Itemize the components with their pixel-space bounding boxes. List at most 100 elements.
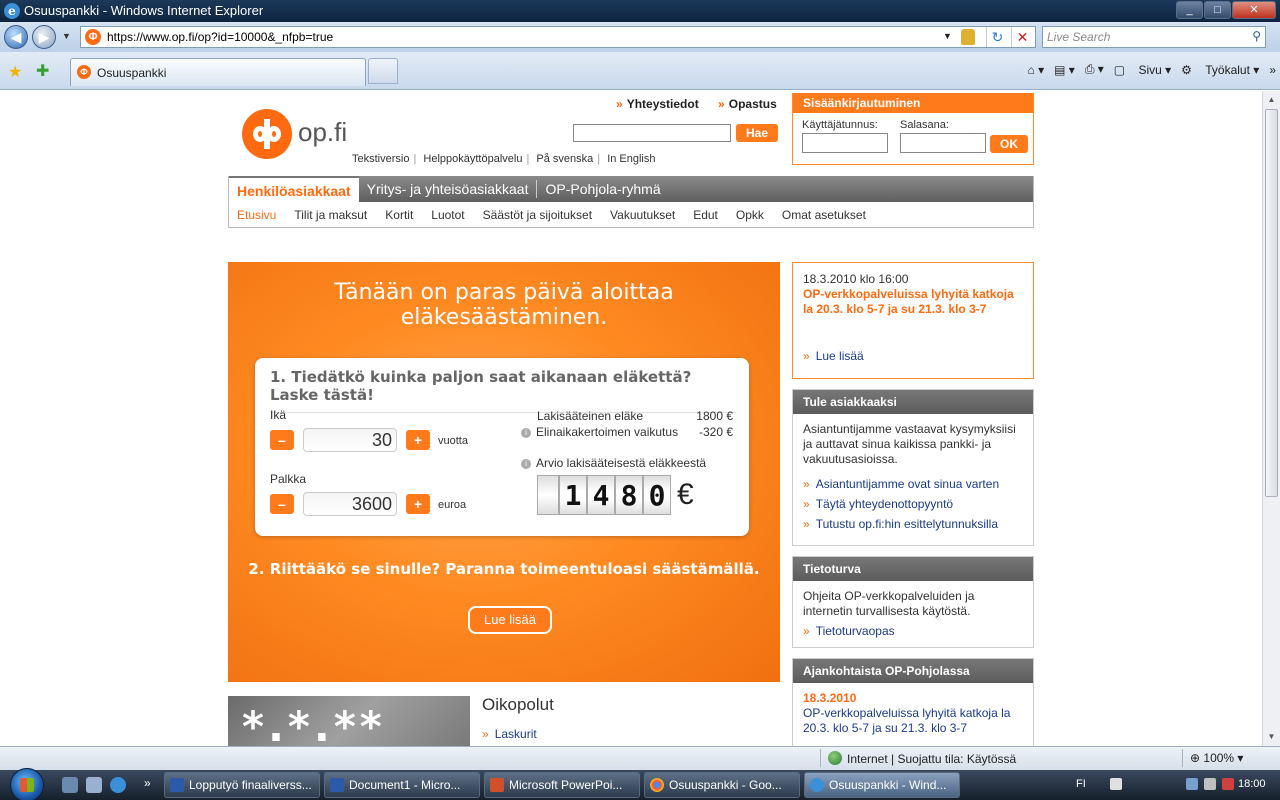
- network-icon[interactable]: [1186, 778, 1198, 790]
- info-icon[interactable]: i: [521, 428, 531, 438]
- zoom-control[interactable]: ⊕ 100% ▾: [1190, 751, 1243, 765]
- swedish-link[interactable]: På svenska: [536, 153, 593, 165]
- taskbar-chrome[interactable]: Osuuspankki - Goo...: [644, 772, 800, 798]
- login-ok-button[interactable]: OK: [990, 135, 1028, 153]
- page-menu[interactable]: ▢ Sivu ▾: [1114, 63, 1171, 77]
- search-icon[interactable]: ⚲: [1252, 29, 1261, 43]
- shortcuts-image[interactable]: *.*.**: [228, 696, 470, 746]
- quicklaunch-more-icon[interactable]: »: [144, 776, 151, 790]
- password-input[interactable]: [900, 133, 986, 153]
- read-more-button[interactable]: Lue lisää: [468, 606, 552, 634]
- nav-item-vakuutukset[interactable]: Vakuutukset: [610, 208, 675, 228]
- system-tray: FI 18:00: [1070, 770, 1280, 800]
- contact-link[interactable]: » Yhteystiedot: [616, 97, 707, 111]
- volume-icon[interactable]: [1204, 778, 1216, 790]
- english-link[interactable]: In English: [607, 153, 655, 165]
- print-icon[interactable]: ⎙ ▾: [1085, 62, 1104, 77]
- info-icon[interactable]: i: [521, 459, 531, 469]
- nav-item-kortit[interactable]: Kortit: [385, 208, 413, 228]
- scroll-thumb[interactable]: [1265, 109, 1278, 497]
- tab-osuuspankki[interactable]: Φ Osuuspankki: [70, 58, 366, 86]
- nav-item-opkk[interactable]: Opkk: [736, 208, 764, 228]
- minimize-button[interactable]: _: [1176, 1, 1203, 19]
- current-news-link[interactable]: OP-verkkopalveluissa lyhyitä katkoja la …: [803, 706, 1023, 736]
- close-button[interactable]: ✕: [1232, 1, 1276, 19]
- scroll-down-icon[interactable]: ▼: [1264, 729, 1279, 745]
- nav-item-settings[interactable]: Omat asetukset: [782, 208, 866, 228]
- calculators-link[interactable]: » Laskurit: [482, 727, 537, 741]
- language-indicator[interactable]: FI: [1076, 778, 1086, 790]
- experts-link[interactable]: » Asiantuntijamme ovat sinua varten: [803, 477, 1023, 492]
- salary-increase-button[interactable]: +: [406, 494, 430, 514]
- life-factor-value: -320 €: [698, 425, 733, 439]
- tab-business-customers[interactable]: Yritys- ja yhteisöasiakkaat: [359, 176, 537, 202]
- feeds-icon[interactable]: ▤ ▾: [1054, 63, 1075, 77]
- new-tab-button[interactable]: [368, 58, 398, 84]
- text-version-link[interactable]: Tekstiversio: [352, 153, 409, 165]
- security-zone[interactable]: Internet | Suojattu tila: Käytössä: [828, 751, 1016, 766]
- command-bar: ⌂ ▾ ▤ ▾ ⎙ ▾ ▢ Sivu ▾ ⚙ Työkalut ▾ »: [1018, 62, 1277, 77]
- tray-chevron-icon[interactable]: [1110, 778, 1122, 790]
- news-read-more-link[interactable]: » Lue lisää: [803, 349, 864, 364]
- nav-item-edut[interactable]: Edut: [693, 208, 718, 228]
- tab-private-customers[interactable]: Henkilöasiakkaat: [229, 176, 359, 202]
- ie-quicklaunch-icon[interactable]: [110, 777, 126, 793]
- lock-icon[interactable]: [961, 29, 975, 45]
- counter-digit: 1: [559, 475, 587, 515]
- security-guide-link[interactable]: » Tietoturvaopas: [803, 624, 1023, 639]
- counter-digit: 0: [643, 475, 671, 515]
- accessible-service-link[interactable]: Helppokäyttöpalvelu: [423, 153, 522, 165]
- nav-item-tilit[interactable]: Tilit ja maksut: [294, 208, 367, 228]
- add-favorite-icon[interactable]: ✚: [36, 61, 49, 81]
- taskbar-word-document1[interactable]: Document1 - Micro...: [324, 772, 480, 798]
- stop-icon[interactable]: ✕: [1011, 27, 1033, 47]
- tools-menu[interactable]: ⚙ Työkalut ▾: [1181, 63, 1259, 77]
- url-field[interactable]: Φ https://www.op.fi/op?id=10000&_nfpb=tr…: [80, 26, 1036, 48]
- age-increase-button[interactable]: +: [406, 430, 430, 450]
- username-input[interactable]: [802, 133, 888, 153]
- chevron-right-icon[interactable]: »: [1269, 63, 1276, 77]
- vertical-scrollbar[interactable]: ▲ ▼: [1262, 91, 1280, 746]
- tab-op-pohjola-group[interactable]: OP-Pohjola-ryhmä: [537, 176, 668, 202]
- back-button[interactable]: ◀: [4, 25, 28, 49]
- site-search-input[interactable]: [573, 124, 731, 142]
- history-dropdown-icon[interactable]: ▼: [62, 31, 71, 41]
- home-icon[interactable]: ⌂ ▾: [1028, 63, 1045, 77]
- estimate-label: Arvio lakisääteisestä eläkkeestä: [536, 456, 707, 470]
- demo-credentials-link[interactable]: » Tutustu op.fi:hin esittelytunnuksilla: [803, 517, 1023, 532]
- nav-item-luotot[interactable]: Luotot: [431, 208, 464, 228]
- url-dropdown-icon[interactable]: ▼: [943, 31, 952, 41]
- refresh-icon[interactable]: ↻: [986, 27, 1008, 47]
- counter-blank: [537, 475, 559, 515]
- salary-decrease-button[interactable]: –: [270, 494, 294, 514]
- tray-alert-icon[interactable]: [1222, 778, 1234, 790]
- taskbar-word-thesis[interactable]: Lopputyö finaaliverss...: [164, 772, 320, 798]
- contact-request-link[interactable]: » Täytä yhteydenottopyyntö: [803, 497, 1023, 512]
- scroll-up-icon[interactable]: ▲: [1264, 92, 1279, 108]
- url-text[interactable]: https://www.op.fi/op?id=10000&_nfpb=true: [107, 30, 333, 44]
- start-button[interactable]: [10, 768, 44, 800]
- taskbar-powerpoint[interactable]: Microsoft PowerPoi...: [484, 772, 640, 798]
- show-desktop-icon[interactable]: [62, 777, 78, 793]
- main-navigation: Henkilöasiakkaat Yritys- ja yhteisöasiak…: [228, 176, 1034, 228]
- news-headline[interactable]: OP-verkkopalveluissa lyhyitä katkoja la …: [803, 287, 1023, 317]
- live-search-input[interactable]: Live Search ⚲: [1042, 26, 1266, 48]
- favorites-star-icon[interactable]: ★: [8, 62, 22, 82]
- security-box: Tietoturva Ohjeita OP-verkkopalveluiden …: [792, 556, 1034, 648]
- search-button[interactable]: Hae: [736, 124, 778, 142]
- help-link[interactable]: » Opastus: [718, 97, 785, 111]
- clock[interactable]: 18:00: [1238, 778, 1266, 790]
- age-input[interactable]: 30: [303, 428, 397, 452]
- security-text: Ohjeita OP-verkkopalveluiden ja internet…: [803, 589, 975, 618]
- forward-button[interactable]: ▶: [32, 25, 56, 49]
- logo-text[interactable]: op.fi: [298, 117, 347, 148]
- salary-input[interactable]: 3600: [303, 492, 397, 516]
- taskbar-internet-explorer[interactable]: Osuuspankki - Wind...: [804, 772, 960, 798]
- age-decrease-button[interactable]: –: [270, 430, 294, 450]
- nav-item-saastot[interactable]: Säästöt ja sijoitukset: [483, 208, 592, 228]
- nav-item-etusivu[interactable]: Etusivu: [237, 208, 276, 228]
- op-logo[interactable]: [242, 109, 292, 159]
- switch-windows-icon[interactable]: [86, 777, 102, 793]
- maximize-button[interactable]: □: [1204, 1, 1231, 19]
- windows-taskbar: » Lopputyö finaaliverss... Document1 - M…: [0, 768, 1280, 800]
